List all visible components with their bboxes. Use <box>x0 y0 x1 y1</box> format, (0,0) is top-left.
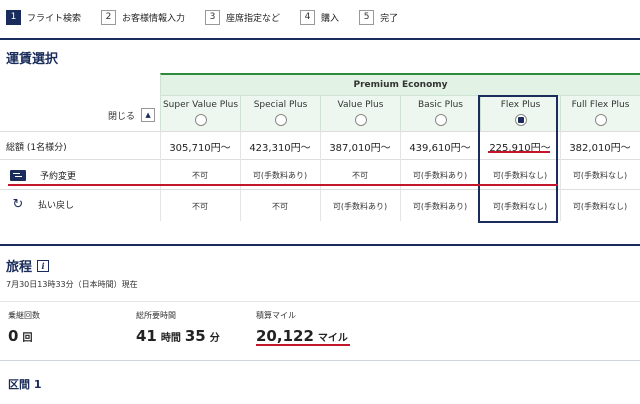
section-divider <box>0 244 640 246</box>
fare-column-basic-plus[interactable]: Basic Plus <box>400 95 480 131</box>
change-cell: 不可 <box>352 171 368 180</box>
step-number: 2 <box>101 9 117 25</box>
itinerary-timestamp: 7月30日13時33分（日本時間）現在 <box>6 280 138 289</box>
fare-column-full-flex-plus[interactable]: Full Flex Plus <box>560 95 640 131</box>
stat-unit: マイル <box>317 333 348 344</box>
step-label: 座席指定など <box>226 13 281 24</box>
change-cell: 可(手数料あり) <box>412 171 468 180</box>
fare-name: Full Flex Plus <box>571 100 630 110</box>
refund-arrow-icon: ↻ <box>12 197 24 212</box>
selected-fare-highlight <box>478 95 558 223</box>
change-cell: 可(手数料なし) <box>572 171 628 180</box>
calendar-change-icon <box>10 170 26 181</box>
step-number: 3 <box>205 9 221 25</box>
step-label: 完了 <box>380 13 399 24</box>
change-cell: 可(手数料あり) <box>252 171 308 180</box>
stat-value: 0 <box>8 327 19 345</box>
segment-title: 区間 1 <box>8 378 42 391</box>
step-number: 5 <box>359 9 375 25</box>
fare-radio[interactable] <box>595 114 607 126</box>
column-divider <box>160 131 161 221</box>
stat-value-hours: 41 <box>136 327 157 345</box>
step-flight-search: 1 フライト検索 <box>6 9 82 25</box>
step-purchase: 4 購入 <box>300 9 340 25</box>
step-label: フライト検索 <box>27 13 82 24</box>
collapse-toggle[interactable]: 閉じる ▲ <box>108 108 156 122</box>
step-label: 購入 <box>321 13 340 24</box>
stat-unit: 回 <box>22 333 33 344</box>
refund-policy-label: 払い戻し <box>38 201 75 211</box>
column-divider <box>400 131 401 221</box>
refund-cell: 不可 <box>272 202 288 211</box>
change-cell: 不可 <box>192 171 208 180</box>
step-seat-selection: 3 座席指定など <box>205 9 281 25</box>
stat-unit: 時間 <box>160 333 181 344</box>
itinerary-title: 旅程 <box>6 260 33 275</box>
refund-cell: 可(手数料あり) <box>332 202 388 211</box>
fare-column-value-plus[interactable]: Value Plus <box>320 95 400 131</box>
fare-radio[interactable] <box>435 114 447 126</box>
refund-cell: 可(手数料あり) <box>412 202 468 211</box>
fare-column-super-value-plus[interactable]: Super Value Plus <box>160 95 240 131</box>
price-cell: 387,010円～ <box>329 143 391 154</box>
section-divider <box>0 360 640 361</box>
change-row-underline-annotation <box>8 184 558 186</box>
stat-unit: 分 <box>209 333 220 344</box>
collapse-label: 閉じる <box>108 111 136 122</box>
fare-name: Basic Plus <box>417 100 463 110</box>
price-cell: 439,610円～ <box>409 143 471 154</box>
fare-name: Value Plus <box>337 100 384 110</box>
change-policy-label-wrap: 予約変更 <box>6 169 76 182</box>
fare-column-special-plus[interactable]: Special Plus <box>240 95 320 131</box>
section-divider <box>0 38 640 40</box>
step-complete: 5 完了 <box>359 9 399 25</box>
change-policy-label: 予約変更 <box>40 172 77 182</box>
stat-total-duration: 総所要時間 41 時間 35 分 <box>136 310 224 345</box>
fare-name: Super Value Plus <box>162 100 239 110</box>
cabin-header: Premium Economy <box>160 73 640 95</box>
fare-radio[interactable] <box>195 114 207 126</box>
step-label: お客様情報入力 <box>122 13 186 24</box>
stat-value: 20,122 <box>256 327 314 345</box>
refund-policy-label-wrap: ↻ 払い戻し <box>6 197 74 212</box>
fare-radio[interactable] <box>355 114 367 126</box>
price-cell: 305,710円～ <box>169 143 231 154</box>
stat-value-minutes: 35 <box>184 327 206 345</box>
stat-connections: 乗継回数 0 回 <box>8 310 40 345</box>
info-icon[interactable]: i <box>37 259 50 272</box>
fare-radio[interactable] <box>275 114 287 126</box>
progress-steps: 1 フライト検索 2 お客様情報入力 3 座席指定など 4 購入 5 完了 <box>6 8 418 26</box>
miles-underline-annotation <box>256 344 350 346</box>
stat-label: 積算マイル <box>256 311 296 320</box>
price-underline-annotation <box>488 151 550 153</box>
itinerary-header: 旅程 i <box>6 256 50 275</box>
refund-cell: 可(手数料なし) <box>572 202 628 211</box>
itinerary-divider <box>0 301 640 302</box>
step-customer-info: 2 お客様情報入力 <box>101 9 186 25</box>
price-cell: 382,010円～ <box>569 143 631 154</box>
refund-cell: 不可 <box>192 202 208 211</box>
column-divider <box>320 131 321 221</box>
total-price-label: 総額 (1名様分) <box>6 143 67 153</box>
step-number: 4 <box>300 9 316 25</box>
step-number: 1 <box>6 9 21 25</box>
stat-label: 総所要時間 <box>136 311 176 320</box>
fare-name: Special Plus <box>253 100 308 110</box>
fare-section-title: 運賃選択 <box>6 52 59 67</box>
chevron-up-icon[interactable]: ▲ <box>141 108 156 122</box>
stat-miles: 積算マイル 20,122 マイル <box>256 310 352 345</box>
column-divider <box>560 131 561 221</box>
column-divider <box>240 131 241 221</box>
price-cell: 423,310円～ <box>249 143 311 154</box>
stat-label: 乗継回数 <box>8 311 40 320</box>
